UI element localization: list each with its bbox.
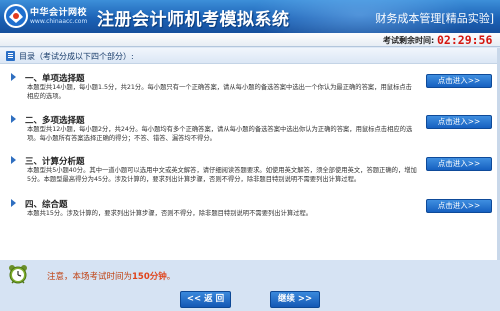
list-icon bbox=[6, 51, 15, 61]
arrow-right-icon bbox=[11, 115, 16, 123]
timer-bar: 考试剩余时间: 02:29:56 bbox=[0, 33, 500, 47]
logo-en-text: www.chinaacc.com bbox=[30, 18, 88, 25]
notice-bar: 注意，本场考试时间为150分钟。 << 返 回 继续 >> bbox=[0, 260, 500, 311]
arrow-right-icon bbox=[11, 199, 16, 207]
enter-calculation-button[interactable]: 点击进入>> bbox=[426, 157, 492, 171]
enter-single-choice-button[interactable]: 点击进入>> bbox=[426, 74, 492, 88]
alarm-clock-icon bbox=[9, 265, 27, 284]
continue-button[interactable]: 继续 >> bbox=[270, 291, 320, 308]
back-button[interactable]: << 返 回 bbox=[180, 291, 231, 308]
section-description: 本题型共14小题，每小题1.5分，共21分。每小题只有一个正确答案，请从每小题的… bbox=[27, 84, 412, 100]
toc-header: 目录（考试分成以下四个部分）: bbox=[0, 48, 500, 64]
timer-value: 02:29:56 bbox=[437, 33, 493, 47]
arrow-right-icon bbox=[11, 73, 16, 81]
notice-suffix: 。 bbox=[166, 272, 176, 282]
timer-label: 考试剩余时间: bbox=[383, 36, 435, 45]
section-description: 本题型共5小题40分。其中一道小题可以选用中文或英文解答，请仔细阅读答题要求。如… bbox=[27, 167, 417, 183]
enter-comprehensive-button[interactable]: 点击进入>> bbox=[426, 199, 492, 213]
exam-time-notice: 注意，本场考试时间为150分钟。 bbox=[47, 270, 175, 282]
logo-cn-text: 中华会计网校 bbox=[30, 8, 88, 18]
toc-title: 目录（考试分成以下四个部分）: bbox=[19, 52, 134, 61]
app-title: 注册会计师机考模拟系统 bbox=[97, 10, 290, 30]
enter-multiple-choice-button[interactable]: 点击进入>> bbox=[426, 115, 492, 129]
arrow-right-icon bbox=[11, 156, 16, 164]
logo-icon bbox=[4, 4, 28, 28]
exam-outline-panel: 目录（考试分成以下四个部分）: 一、单项选择题 本题型共14小题，每小题1.5分… bbox=[0, 48, 500, 260]
subject-title: 财务成本管理[精品实验] bbox=[375, 12, 494, 25]
section-description: 本题型共12小题，每小题2分，共24分。每小题均有多个正确答案，请从每小题的备选… bbox=[27, 126, 413, 142]
notice-minutes: 150分钟 bbox=[132, 272, 167, 282]
header-banner: 中华会计网校 www.chinaacc.com 注册会计师机考模拟系统 财务成本… bbox=[0, 0, 500, 33]
notice-prefix: 注意，本场考试时间为 bbox=[47, 272, 133, 282]
section-description: 本题共15分。涉及计算的，要求列出计算步骤，否则不得分，除非题目特别说明不需要列… bbox=[27, 210, 313, 217]
